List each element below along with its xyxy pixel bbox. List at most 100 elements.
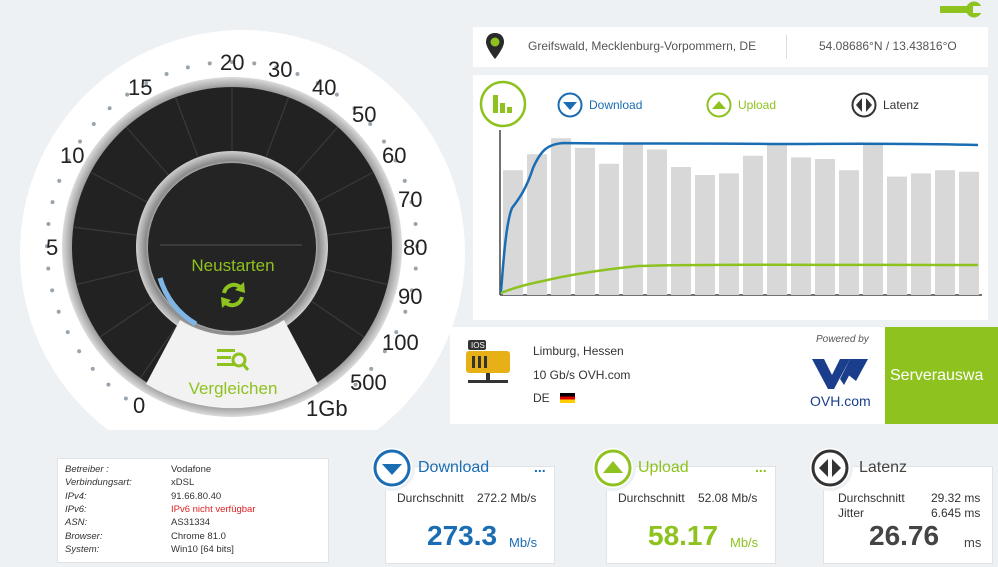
info-row: IPv6: IPv6 nicht verfügbar [65,504,256,515]
info-key: Verbindungsart: [65,477,132,489]
upload-avg-value: 52.08 Mb/s [698,491,758,505]
graph-bar [671,167,691,295]
info-key: IPv6: [65,503,87,515]
graph-bar [719,173,739,295]
jitter-value: 6.645 ms [931,506,981,520]
info-value: AS31334 [171,517,211,529]
powered-by-label: Powered by [816,334,869,345]
server-country-code: DE [533,391,550,405]
info-key: Betreiber : [65,464,109,475]
info-value: Chrome 81.0 [171,530,226,542]
gauge-tick-10: 10 [60,143,85,168]
info-key: ASN: [65,517,88,529]
info-row: Browser: Chrome 81.0 [65,531,226,542]
graph-bar [839,170,859,295]
gauge-tick-50: 50 [352,102,377,127]
gauge-tick-90: 90 [398,284,423,309]
ovh-logo-icon [812,359,868,389]
upload-unit: Mb/s [730,535,759,550]
server-country: DE [533,391,575,405]
info-row: ASN: AS31334 [65,517,210,528]
server-icon: IOS [466,340,510,383]
legend-upload-label: Upload [738,98,777,112]
server-select-button[interactable]: Serverauswa [885,327,998,424]
info-value: Vodafone [171,464,212,475]
graph-bar [887,176,907,295]
graph-bar [647,149,667,295]
latency-legend-icon [851,92,877,118]
download-value: 273.3 [427,520,498,551]
info-row: IPv4: 91.66.80.40 [65,491,221,502]
server-select-label: Serverauswa [890,367,984,384]
graph-bar [863,143,883,295]
info-value: 91.66.80.40 [171,490,222,502]
info-value: xDSL [171,477,195,489]
upload-card-icon [593,448,633,488]
gauge-tick-40: 40 [312,75,337,100]
chart-icon [479,80,527,128]
restart-label: Neustarten [191,256,275,275]
info-row: System: Win10 [64 bits] [65,544,234,555]
restart-button[interactable]: Neustarten [174,256,292,317]
info-key: System: [65,543,100,555]
info-value: Win10 [64 bits] [171,543,234,555]
graph-bar [743,155,763,295]
graph-bar [551,138,571,295]
upload-more-button[interactable]: ... [755,459,767,475]
server-provider: 10 Gb/s OVH.com [533,368,631,382]
latency-avg-value: 29.32 ms [931,491,981,505]
upload-title: Upload [638,459,689,476]
graph-panel: Download Upload Latenz [473,75,988,320]
latency-card-icon [810,448,850,488]
gauge-tick-80: 80 [403,235,428,260]
germany-flag-icon [559,393,575,403]
speed-graph [499,130,982,296]
legend-download-label: Download [589,98,643,112]
svg-text:IOS: IOS [471,341,485,350]
latency-unit: ms [964,535,982,550]
wrench-icon[interactable] [940,0,984,20]
download-more-button[interactable]: ... [534,459,546,475]
ovh-brand-label: OVH.com [810,393,871,409]
graph-bar [935,170,955,295]
download-card-icon [372,448,412,488]
upload-value: 58.17 [648,520,719,551]
compare-label: Vergleichen [188,379,278,398]
upload-avg-label: Durchschnitt [618,491,685,505]
graph-bar [911,173,931,295]
download-legend-icon [557,92,583,118]
legend-latency[interactable]: Latenz [851,92,919,118]
gauge-tick-0: 0 [133,393,146,418]
gauge-tick-100: 100 [382,330,419,355]
map-pin-icon [486,33,504,59]
graph-bar [767,144,787,295]
location-coords: 54.08686°N / 13.43816°O [819,39,957,53]
jitter-label: Jitter [838,506,865,520]
legend-latency-label: Latenz [883,98,920,112]
gauge-tick-500: 500 [350,370,387,395]
graph-bar [695,175,715,295]
latency-title: Latenz [859,459,908,476]
graph-bar [959,171,979,295]
legend-download[interactable]: Download [557,92,642,118]
server-panel: IOS Limburg, Hessen 10 Gb/s OVH.com DE P… [450,327,888,424]
graph-bar [623,143,643,295]
compare-button[interactable]: Vergleichen [178,346,288,399]
latency-avg-label: Durchschnitt [838,491,905,505]
download-title: Download [418,459,490,476]
gauge-tick-30: 30 [268,57,293,82]
graph-bar [791,157,811,295]
refresh-icon [221,282,245,308]
gauge-tick-60: 60 [382,143,407,168]
latency-value: 26.76 [869,520,940,551]
gauge-tick-20: 20 [220,50,245,75]
info-key: Browser: [65,530,103,542]
info-row: Verbindungsart: xDSL [65,477,194,488]
legend-upload[interactable]: Upload [706,92,776,118]
info-key: IPv4: [65,490,87,502]
connection-info-panel: Betreiber : Vodafone Verbindungsart: xDSL IP… [57,458,329,563]
graph-bar [815,159,835,295]
gauge-tick-5: 5 [46,235,59,260]
download-unit: Mb/s [509,535,538,550]
gauge-tick-70: 70 [398,187,423,212]
